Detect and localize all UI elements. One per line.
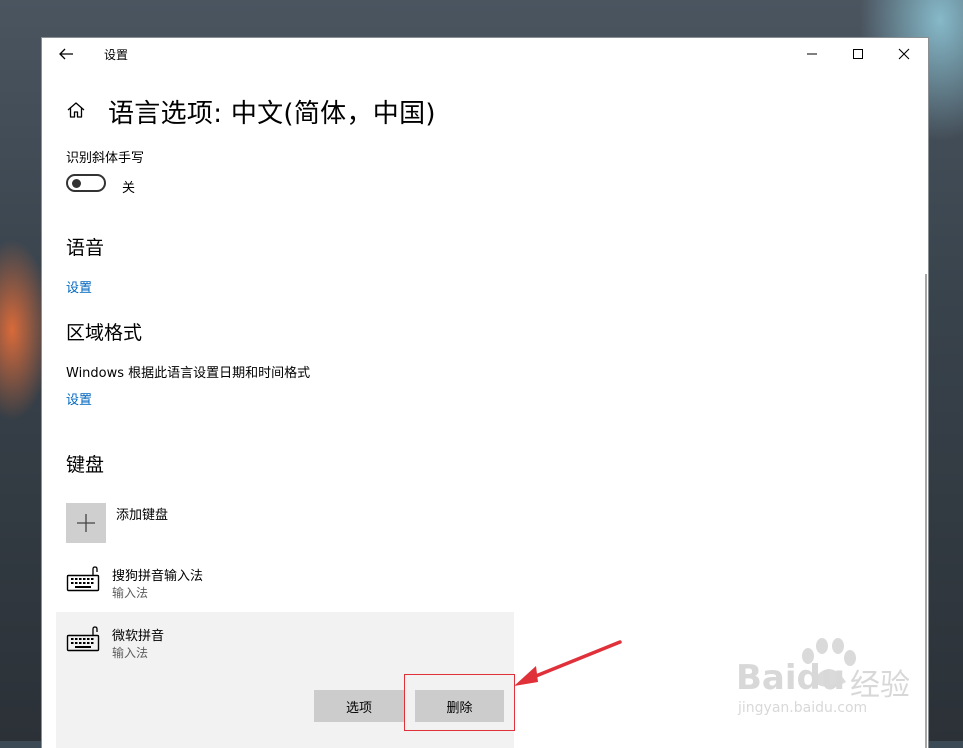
page-title: 语言选项: 中文(简体，中国) xyxy=(108,99,436,129)
scrollbar[interactable] xyxy=(925,274,927,748)
keyboard-heading: 键盘 xyxy=(66,454,105,476)
home-icon[interactable] xyxy=(66,100,86,120)
toggle-knob xyxy=(72,179,81,188)
plus-icon xyxy=(77,514,95,532)
minimize-icon[interactable] xyxy=(802,44,822,64)
options-button[interactable]: 选项 xyxy=(314,690,404,722)
title-bar: 设置 xyxy=(42,38,928,70)
watermark-brand: Baidu xyxy=(736,658,846,698)
region-heading: 区域格式 xyxy=(66,322,143,344)
toggle-state-label: 关 xyxy=(122,181,136,196)
region-settings-link[interactable]: 设置 xyxy=(66,389,92,408)
watermark-url: jingyan.baidu.com xyxy=(738,700,868,716)
close-icon[interactable] xyxy=(894,44,914,64)
add-keyboard-label[interactable]: 添加键盘 xyxy=(116,504,168,523)
watermark-brand-cn: 经验 xyxy=(850,668,910,703)
back-arrow-icon[interactable] xyxy=(56,45,76,63)
keyboard-item-microsoft-name: 微软拼音 xyxy=(112,629,165,644)
handwriting-toggle[interactable] xyxy=(66,174,106,192)
annotation-arrow-icon xyxy=(514,640,622,686)
speech-settings-link[interactable]: 设置 xyxy=(66,277,92,296)
annotation-highlight-box xyxy=(404,674,515,731)
keyboard-icon xyxy=(66,626,100,652)
region-description: Windows 根据此语言设置日期和时间格式 xyxy=(66,366,311,381)
maximize-icon[interactable] xyxy=(848,44,868,64)
keyboard-icon xyxy=(66,566,100,592)
window-title: 设置 xyxy=(104,48,129,62)
keyboard-item-sogou-name[interactable]: 搜狗拼音输入法 xyxy=(112,565,203,584)
handwriting-label: 识别斜体手写 xyxy=(66,151,145,166)
keyboard-item-microsoft-type: 输入法 xyxy=(112,646,149,660)
add-keyboard-button[interactable] xyxy=(66,503,106,543)
keyboard-item-sogou-type: 输入法 xyxy=(112,586,149,600)
speech-heading: 语音 xyxy=(66,237,105,259)
baidu-watermark: Baidu 经验 jingyan.baidu.com xyxy=(736,636,916,726)
